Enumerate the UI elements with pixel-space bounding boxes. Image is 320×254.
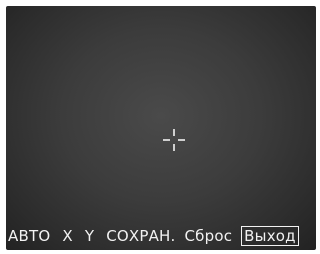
save-button[interactable]: СОХРАН. <box>106 226 175 246</box>
crosshair-icon <box>163 129 185 151</box>
x-button[interactable]: X <box>62 226 72 246</box>
exit-button[interactable]: Выход <box>241 226 299 246</box>
crosshair-bottom <box>173 144 175 151</box>
crosshair-right <box>178 139 185 141</box>
y-button[interactable]: Y <box>85 226 94 246</box>
crosshair-left <box>163 139 170 141</box>
reset-button[interactable]: Сброс <box>185 226 233 246</box>
viewfinder-screen <box>6 6 316 250</box>
crosshair-top <box>173 129 175 136</box>
bottom-menu-bar: АВТО X Y СОХРАН. Сброс Выход <box>8 224 312 248</box>
auto-button[interactable]: АВТО <box>8 226 50 246</box>
